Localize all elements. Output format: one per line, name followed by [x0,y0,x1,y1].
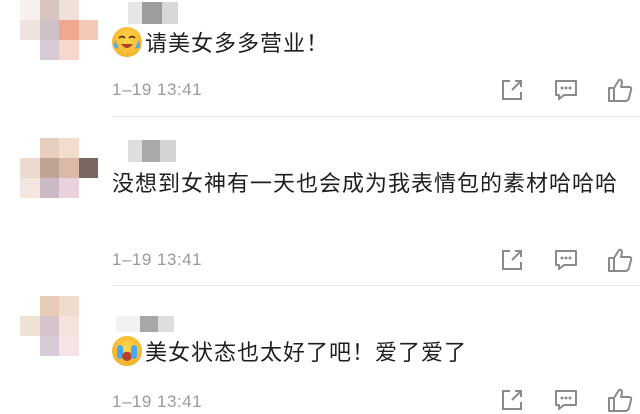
share-icon[interactable] [498,386,526,414]
comment-text: 没想到女神有一天也会成为我表情包的素材哈哈哈 [112,166,622,204]
comment-text-body: 美女状态也太好了吧！爱了爱了 [145,341,468,366]
share-icon[interactable] [498,246,526,274]
share-icon[interactable] [498,76,526,104]
comment-item: 美女状态也太好了吧！爱了爱了 1–19 13:41 [0,286,640,414]
username-blurred[interactable] [128,140,176,162]
comment-icon[interactable] [552,246,580,274]
comment-text-body: 没想到女神有一天也会成为我表情包的素材哈哈哈 [112,172,619,197]
username-blurred[interactable] [116,316,174,332]
comment-text: 请美女多多营业！ [112,27,632,63]
thumbs-up-icon[interactable] [606,386,634,414]
timestamp: 1–19 13:41 [112,392,203,411]
thumbs-up-icon[interactable] [606,76,634,104]
comment-actions [498,246,634,274]
tears-of-joy-emoji [112,27,142,57]
avatar[interactable] [20,138,98,198]
avatar[interactable] [20,0,98,60]
comment-icon[interactable] [552,76,580,104]
comment-icon[interactable] [552,386,580,414]
username-blurred[interactable] [128,2,178,24]
comment-text: 美女状态也太好了吧！爱了爱了 [112,336,632,372]
comment-text-body: 请美女多多营业！ [145,32,330,57]
timestamp: 1–19 13:41 [112,80,203,99]
divider [112,116,640,117]
comment-actions [498,76,634,104]
timestamp: 1–19 13:41 [112,250,203,269]
crying-emoji [112,336,142,366]
thumbs-up-icon[interactable] [606,246,634,274]
comment-actions [498,386,634,414]
comment-item: 请美女多多营业！ 1–19 13:41 [0,0,640,118]
comment-item: 没想到女神有一天也会成为我表情包的素材哈哈哈 1–19 13:41 [0,118,640,286]
avatar[interactable] [20,296,98,356]
